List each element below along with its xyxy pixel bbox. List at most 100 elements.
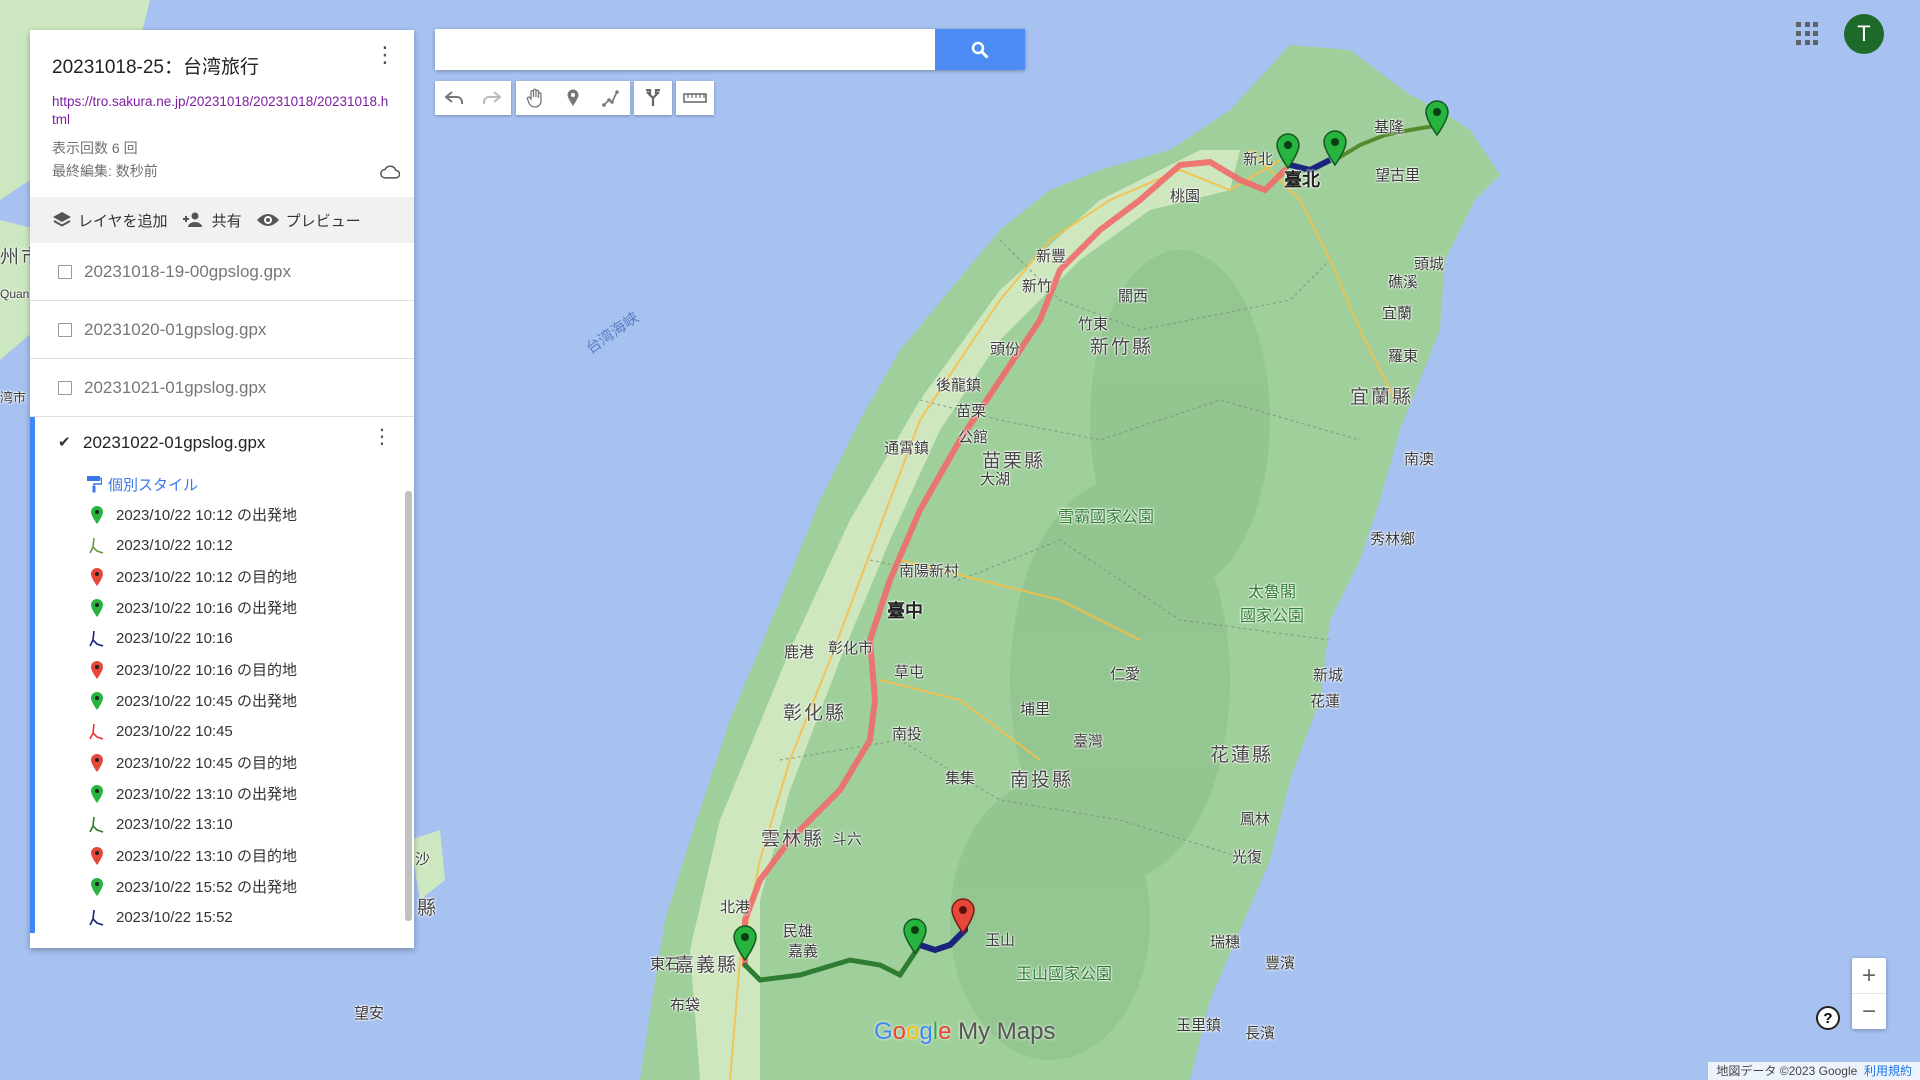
feature-item[interactable]: 2023/10/22 15:52 の出発地: [86, 871, 414, 902]
help-icon[interactable]: ?: [1816, 1006, 1840, 1030]
preview-button[interactable]: プレビュー: [256, 210, 361, 231]
add-marker-button[interactable]: [554, 81, 592, 115]
terms-link[interactable]: 利用規約: [1864, 1064, 1912, 1078]
map-label-puli: 埔里: [1020, 701, 1051, 718]
active-layer-header[interactable]: ✔ 20231022-01gpslog.gpx ⋮: [58, 417, 414, 469]
map-label-taichung: 臺中: [887, 601, 923, 621]
feature-item[interactable]: 2023/10/22 10:45: [86, 716, 414, 747]
map-label-budai: 布袋: [670, 997, 701, 1014]
map-label-changhua: 彰化市: [828, 640, 874, 657]
search-box: [435, 29, 1025, 70]
feature-label: 2023/10/22 10:12: [116, 537, 233, 554]
green-pin-icon: [86, 877, 108, 897]
red-pin-icon: [86, 753, 108, 773]
green-pin-icon[interactable]: [1323, 130, 1347, 166]
directions-icon: [646, 89, 660, 106]
layer-row[interactable]: 20231018-19-00gpslog.gpx: [30, 243, 414, 301]
map-label-xinbei: 新北: [1243, 151, 1274, 168]
feature-item[interactable]: 2023/10/22 10:12: [86, 530, 414, 561]
undo-icon: [445, 91, 463, 104]
layer-checkbox[interactable]: [58, 322, 72, 337]
layer-checkbox-checked[interactable]: ✔: [58, 435, 72, 450]
map-label-taipei: 臺北: [1284, 170, 1320, 190]
panel-header: 20231018-25：台湾旅行 ⋮ https://tro.sakura.ne…: [30, 30, 414, 197]
green-pin-icon: [86, 598, 108, 618]
layer-checkbox[interactable]: [58, 380, 72, 395]
search-input[interactable]: [435, 29, 919, 68]
feature-item[interactable]: 2023/10/22 10:16 の目的地: [86, 654, 414, 685]
map-label-jiaoxi: 礁溪: [1388, 274, 1419, 291]
account-avatar[interactable]: T: [1844, 14, 1884, 54]
feature-item[interactable]: 2023/10/22 15:52: [86, 902, 414, 933]
layer-checkbox[interactable]: [58, 264, 72, 279]
add-layer-button[interactable]: レイヤを追加: [52, 210, 168, 231]
map-title[interactable]: 20231018-25：台湾旅行: [52, 52, 392, 79]
add-person-icon: [182, 212, 202, 227]
layers-icon: [53, 212, 71, 227]
feature-item[interactable]: 2023/10/22 10:45 の出発地: [86, 685, 414, 716]
map-label-caotun: 草屯: [894, 664, 925, 681]
feature-item[interactable]: 2023/10/22 13:10 の出発地: [86, 778, 414, 809]
layer-style-link[interactable]: 個別スタイル: [86, 469, 414, 499]
redo-button[interactable]: [473, 81, 511, 115]
share-button[interactable]: 共有: [182, 210, 242, 231]
green-pin-icon[interactable]: [1276, 133, 1300, 169]
map-label-keelung: 基隆: [1374, 119, 1405, 136]
apps-grid-icon[interactable]: [1796, 22, 1820, 46]
feature-item[interactable]: 2023/10/22 10:16 の出発地: [86, 592, 414, 623]
feature-item[interactable]: 2023/10/22 10:45 の目的地: [86, 747, 414, 778]
pan-tool-button[interactable]: [516, 81, 554, 115]
map-label-beigang: 北港: [720, 899, 751, 916]
layer-style-label: 個別スタイル: [108, 476, 199, 494]
feature-item[interactable]: 2023/10/22 13:10: [86, 809, 414, 840]
measure-button[interactable]: [676, 81, 714, 115]
feature-label: 2023/10/22 10:45 の出発地: [116, 693, 297, 710]
edit-tools-group: [516, 81, 630, 115]
active-layer-name: 20231022-01gpslog.gpx: [83, 433, 266, 452]
map-label-ruisui: 瑞穗: [1210, 934, 1241, 951]
layer-row[interactable]: 20231020-01gpslog.gpx: [30, 301, 414, 359]
search-button[interactable]: [935, 29, 1025, 70]
last-edit: 最終編集: 数秒前: [52, 163, 158, 179]
green-pin-icon[interactable]: [903, 918, 927, 954]
map-label-xinfeng: 新豐: [1036, 248, 1067, 265]
google-my-maps-logo: Google My Maps: [874, 1018, 1056, 1045]
map-label-nanao: 南澳: [1404, 451, 1435, 468]
feature-item[interactable]: 2023/10/22 13:10 の目的地: [86, 840, 414, 871]
layer-options-icon[interactable]: ⋮: [372, 427, 392, 447]
layer-name: 20231018-19-00gpslog.gpx: [84, 261, 292, 281]
map-label-fenglin: 鳳林: [1240, 811, 1271, 828]
red-pin-icon: [86, 846, 108, 866]
map-label-wan: 湾市: [0, 390, 27, 405]
feature-label: 2023/10/22 13:10 の目的地: [116, 848, 297, 865]
map-description-link[interactable]: https://tro.sakura.ne.jp/20231018/202310…: [52, 93, 392, 129]
active-layer: ✔ 20231022-01gpslog.gpx ⋮ 個別スタイル 2023/10…: [30, 417, 414, 933]
more-options-icon[interactable]: ⋮: [374, 44, 396, 66]
layer-row[interactable]: 20231021-01gpslog.gpx: [30, 359, 414, 417]
zoom-in-button[interactable]: +: [1852, 958, 1886, 994]
hand-icon: [526, 88, 542, 108]
feature-item[interactable]: 2023/10/22 10:12 の出発地: [86, 499, 414, 530]
map-label-guanxi: 關西: [1118, 288, 1149, 305]
green-pin-icon: [86, 505, 108, 525]
attribution-text: 地図データ ©2023 Google: [1716, 1064, 1858, 1078]
feature-list: 2023/10/22 10:12 の出発地 2023/10/22 10:12 202…: [58, 499, 414, 933]
map-label-taroko-park: 太魯閣 國家公園: [1240, 584, 1305, 625]
map-label-yunlin-county: 雲林縣: [761, 829, 825, 850]
add-directions-button[interactable]: [634, 81, 672, 115]
share-label: 共有: [211, 212, 242, 230]
red-pin-icon: [86, 567, 108, 587]
zoom-controls: + −: [1852, 958, 1886, 1029]
red-pin-icon: [86, 660, 108, 680]
feature-item[interactable]: 2023/10/22 10:12 の目的地: [86, 561, 414, 592]
undo-button[interactable]: [435, 81, 473, 115]
red-pin-icon[interactable]: [951, 898, 975, 934]
map-label-county: 縣: [417, 898, 439, 919]
feature-label: 2023/10/22 15:52 の出発地: [116, 879, 297, 896]
green-pin-icon[interactable]: [1425, 100, 1449, 136]
zoom-out-button[interactable]: −: [1852, 994, 1886, 1029]
feature-item[interactable]: 2023/10/22 10:16: [86, 623, 414, 654]
draw-line-button[interactable]: [592, 81, 630, 115]
map-label-taoyuan: 桃園: [1170, 188, 1201, 205]
panel-scrollbar[interactable]: [405, 491, 412, 921]
